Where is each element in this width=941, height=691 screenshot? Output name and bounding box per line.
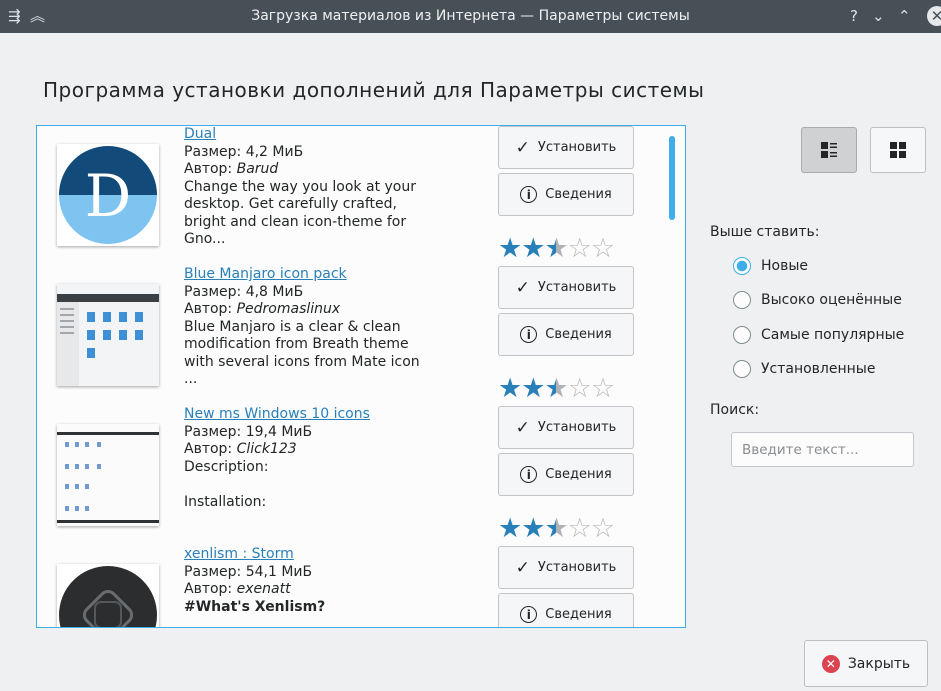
item-thumbnail <box>57 564 159 627</box>
file-manager-screenshot <box>57 284 159 386</box>
star-icon: ★ <box>521 233 545 264</box>
item-info: New ms Windows 10 icons Размер: 19,4 МиБ… <box>184 406 484 511</box>
xenlism-icon-image <box>57 564 159 627</box>
radio-icon[interactable] <box>733 360 751 378</box>
item-thumbnail: D <box>57 144 159 246</box>
item-description: #What's Xenlism? <box>184 598 326 615</box>
sort-option-installed[interactable]: Установленные <box>733 359 875 379</box>
rating-stars: ★★★☆☆ <box>498 513 648 544</box>
item-author: Автор: Barud <box>184 161 279 177</box>
star-half-icon: ★ <box>544 233 568 264</box>
install-button[interactable]: ✓ Установить <box>498 126 634 169</box>
close-circle-icon: ✕ <box>821 654 840 673</box>
search-input[interactable] <box>731 432 914 467</box>
title-bar: ⇶ ︽ Загрузка материалов из Интернета — П… <box>0 0 941 33</box>
item-info: xenlism : Storm Размер: 54,1 МиБ Автор: … <box>184 546 484 616</box>
list-view-icon <box>821 142 837 158</box>
info-icon: i <box>520 606 538 623</box>
maximize-icon[interactable]: ⌃ <box>898 6 911 26</box>
item-author: Автор: Click123 <box>184 441 297 457</box>
item-size: Размер: 19,4 МиБ <box>184 423 313 440</box>
item-thumbnail <box>57 424 159 526</box>
star-icon: ★ <box>521 513 545 544</box>
star-half-icon: ★ <box>544 373 568 404</box>
list-scrollbar[interactable] <box>669 136 675 220</box>
item-info: Dual Размер: 4,2 МиБ Автор: Barud Change… <box>184 126 484 249</box>
star-icon: ★ <box>498 233 522 264</box>
dual-icon-image: D <box>59 146 157 244</box>
sort-option-highest-rated[interactable]: Высоко оценённые <box>733 290 902 310</box>
item-name-link[interactable]: xenlism : Storm <box>184 546 484 564</box>
help-icon[interactable]: ? <box>850 6 858 26</box>
details-button[interactable]: i Сведения <box>498 593 634 627</box>
star-empty-icon: ☆ <box>590 233 615 264</box>
star-empty-icon: ☆ <box>567 373 592 404</box>
grid-view-icon <box>890 142 906 158</box>
item-author: Автор: Pedromaslinux <box>184 301 341 317</box>
star-icon: ★ <box>521 373 545 404</box>
item-name-link[interactable]: Blue Manjaro icon pack <box>184 266 484 284</box>
item-thumbnail <box>57 284 159 386</box>
rating-stars: ★★★☆☆ <box>498 373 648 404</box>
install-button[interactable]: ✓ Установить <box>498 266 634 309</box>
info-icon: i <box>520 326 538 343</box>
item-description: Description: Installation: <box>184 458 269 510</box>
item-description: Change the way you look at your desktop.… <box>184 178 416 248</box>
items-list[interactable]: D Dual Размер: 4,2 МиБ Автор: Barud Chan… <box>36 125 686 628</box>
minimize-icon[interactable]: ⌄ <box>872 6 885 26</box>
checkmark-icon: ✓ <box>515 277 530 298</box>
sort-label: Выше ставить: <box>710 224 820 240</box>
item-name-link[interactable]: Dual <box>184 126 484 144</box>
list-item: D Dual Размер: 4,2 МиБ Автор: Barud Chan… <box>37 126 685 266</box>
radio-icon[interactable] <box>733 291 751 309</box>
item-author: Автор: exenatt <box>184 581 291 597</box>
close-button[interactable]: ✕ Закрыть <box>804 640 928 687</box>
info-icon: i <box>520 466 538 483</box>
item-name-link[interactable]: New ms Windows 10 icons <box>184 406 484 424</box>
checkmark-icon: ✓ <box>515 557 530 578</box>
desktop-screenshot <box>57 424 159 526</box>
list-item: New ms Windows 10 icons Размер: 19,4 МиБ… <box>37 406 685 546</box>
page-title: Программа установки дополнений для Парам… <box>43 78 705 102</box>
list-item: xenlism : Storm Размер: 54,1 МиБ Автор: … <box>37 546 685 627</box>
star-empty-icon: ☆ <box>567 233 592 264</box>
install-button[interactable]: ✓ Установить <box>498 546 634 589</box>
star-empty-icon: ☆ <box>590 373 615 404</box>
details-button[interactable]: i Сведения <box>498 313 634 356</box>
details-button[interactable]: i Сведения <box>498 453 634 496</box>
list-item: Blue Manjaro icon pack Размер: 4,8 МиБ А… <box>37 266 685 406</box>
item-size: Размер: 4,2 МиБ <box>184 143 304 160</box>
info-icon: i <box>520 186 538 203</box>
item-size: Размер: 54,1 МиБ <box>184 563 313 580</box>
sort-option-most-popular[interactable]: Самые популярные <box>733 325 904 345</box>
grid-view-button[interactable] <box>870 127 926 173</box>
star-empty-icon: ☆ <box>567 513 592 544</box>
search-label: Поиск: <box>710 402 760 418</box>
install-button[interactable]: ✓ Установить <box>498 406 634 449</box>
item-size: Размер: 4,8 МиБ <box>184 283 304 300</box>
radio-selected-icon[interactable] <box>733 257 751 275</box>
star-icon: ★ <box>498 513 522 544</box>
star-half-icon: ★ <box>544 513 568 544</box>
checkmark-icon: ✓ <box>515 137 530 158</box>
item-description: Blue Manjaro is a clear & clean modifica… <box>184 318 420 388</box>
close-icon[interactable]: ✕ <box>927 6 941 26</box>
radio-icon[interactable] <box>733 326 751 344</box>
details-button[interactable]: i Сведения <box>498 173 634 216</box>
star-icon: ★ <box>498 373 522 404</box>
item-info: Blue Manjaro icon pack Размер: 4,8 МиБ А… <box>184 266 484 389</box>
rating-stars: ★★★☆☆ <box>498 233 648 264</box>
svg-text:D: D <box>85 162 132 230</box>
list-view-button[interactable] <box>801 127 857 173</box>
checkmark-icon: ✓ <box>515 417 530 438</box>
sort-option-newest[interactable]: Новые <box>733 256 808 276</box>
window-title: Загрузка материалов из Интернета — Парам… <box>251 8 690 24</box>
star-empty-icon: ☆ <box>590 513 615 544</box>
